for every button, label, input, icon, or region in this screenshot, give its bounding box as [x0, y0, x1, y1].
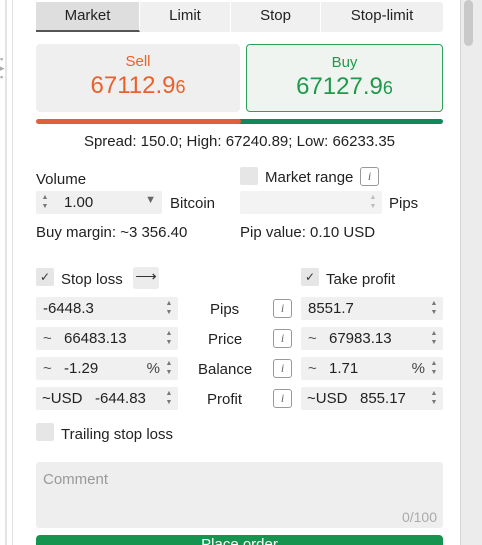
trailing-stop-label: Trailing stop loss — [61, 426, 173, 443]
trailing-stop-checkbox[interactable] — [36, 423, 54, 441]
resize-grip-icon[interactable]: ▪ ▸ ▪ — [0, 55, 6, 95]
tab-stop-limit[interactable]: Stop-limit — [321, 2, 443, 32]
comment-placeholder: Comment — [43, 471, 109, 488]
market-range-stepper-icon[interactable]: ▲ ▼ — [368, 193, 378, 212]
profit-info-icon[interactable]: i — [273, 389, 292, 408]
stepper-icon[interactable]: ▲ ▼ — [429, 389, 439, 408]
buy-margin: Buy margin: ~3 356.40 — [36, 224, 188, 241]
order-panel: Market Limit Stop Stop-limit Sell 67112.… — [20, 0, 460, 545]
stop-loss-profit-input[interactable]: ~USD -644.83 ▲ ▼ — [36, 387, 178, 410]
stepper-icon[interactable]: ▲ ▼ — [429, 359, 439, 378]
market-range-label: Market range — [265, 169, 354, 186]
place-order-button[interactable]: Place order — [36, 535, 443, 545]
market-range-input[interactable]: ▲ ▼ — [240, 191, 382, 214]
stop-loss-balance-input[interactable]: ~ -1.29 % ▲ ▼ — [36, 357, 178, 380]
volume-unit: Bitcoin — [170, 195, 216, 212]
take-profit-label: Take profit — [326, 271, 396, 288]
comment-textarea[interactable]: Comment 0/100 — [36, 462, 443, 528]
stepper-icon[interactable]: ▲ ▼ — [429, 329, 439, 348]
sell-price: 67112.96 — [90, 72, 186, 99]
take-profit-profit-input[interactable]: ~USD 855.17 ▲ ▼ — [301, 387, 443, 410]
stop-loss-label: Stop loss — [61, 271, 123, 288]
pips-row-label: Pips — [210, 301, 240, 318]
left-border — [12, 0, 13, 545]
price-row-label: Price — [208, 331, 243, 348]
volume-input[interactable]: ▲ ▼ 1.00 ▼ — [36, 191, 162, 214]
spread-info: Spread: 150.0; High: 67240.89; Low: 6623… — [83, 133, 396, 150]
market-range-info-icon[interactable]: i — [360, 167, 379, 186]
take-profit-pips-input[interactable]: 8551.7 ▲ ▼ — [301, 297, 443, 320]
stop-loss-pips-input[interactable]: -6448.3 ▲ ▼ — [36, 297, 178, 320]
buy-label: Buy — [331, 54, 358, 71]
stepper-icon[interactable]: ▲ ▼ — [164, 389, 174, 408]
balance-row-label: Balance — [198, 361, 253, 378]
price-info-icon[interactable]: i — [273, 329, 292, 348]
chevron-down-icon[interactable]: ▼ — [145, 194, 156, 206]
stepper-icon[interactable]: ▲ ▼ — [164, 299, 174, 318]
buy-button[interactable]: Buy 67127.96 — [246, 44, 443, 112]
market-range-unit: Pips — [389, 195, 419, 212]
buy-price: 67127.96 — [296, 73, 393, 100]
sell-label: Sell — [125, 53, 151, 70]
stepper-icon[interactable]: ▲ ▼ — [164, 359, 174, 378]
take-profit-price-input[interactable]: ~ 67983.13 ▲ ▼ — [301, 327, 443, 350]
order-type-tabs: Market Limit Stop Stop-limit — [36, 2, 443, 32]
scrollbar-thumb[interactable] — [464, 0, 473, 46]
tab-stop[interactable]: Stop — [231, 2, 321, 32]
stepper-icon[interactable]: ▲ ▼ — [429, 299, 439, 318]
comment-counter: 0/100 — [401, 509, 437, 525]
volume-label: Volume — [36, 171, 87, 188]
stop-loss-price-input[interactable]: ~ 66483.13 ▲ ▼ — [36, 327, 178, 350]
pips-info-icon[interactable]: i — [273, 299, 292, 318]
balance-info-icon[interactable]: i — [273, 359, 292, 378]
stepper-icon[interactable]: ▲ ▼ — [164, 329, 174, 348]
take-profit-checkbox[interactable]: ✓ — [301, 268, 319, 286]
volume-stepper-icon[interactable]: ▲ ▼ — [40, 193, 50, 212]
tab-market[interactable]: Market — [36, 2, 140, 32]
sell-button[interactable]: Sell 67112.96 — [36, 44, 240, 112]
sell-sentiment-bar — [36, 119, 241, 124]
take-profit-balance-input[interactable]: ~ 1.71 % ▲ ▼ — [301, 357, 443, 380]
pip-value: Pip value: 0.10 USD — [240, 224, 376, 241]
buy-sentiment-bar — [210, 119, 443, 124]
tab-limit[interactable]: Limit — [140, 2, 231, 32]
stop-loss-checkbox[interactable]: ✓ — [36, 268, 54, 286]
profit-row-label: Profit — [207, 391, 243, 408]
left-panel-rail: ▪ ▸ ▪ — [0, 0, 14, 545]
scrollbar[interactable] — [460, 0, 482, 545]
scrollbar-edge — [460, 0, 461, 545]
stop-loss-arrow-button[interactable]: ⟶ — [133, 267, 159, 289]
market-range-checkbox[interactable] — [240, 167, 258, 185]
